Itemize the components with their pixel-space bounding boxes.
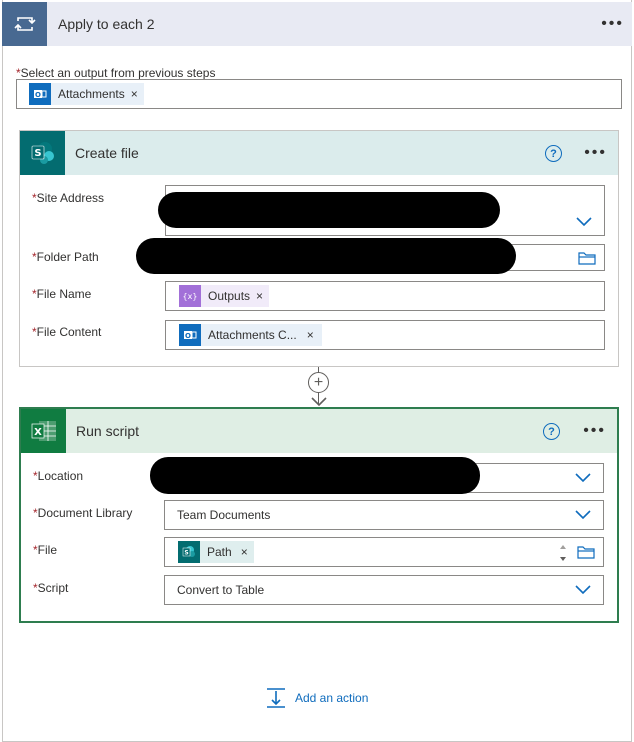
file-content-label: *File Content (32, 325, 102, 339)
file-name-label: *File Name (32, 287, 92, 301)
folder-path-label: *Folder Path (32, 250, 99, 264)
remove-token-icon[interactable]: × (256, 289, 263, 303)
document-library-dropdown[interactable]: Team Documents (164, 500, 604, 530)
outlook-icon: O (179, 324, 201, 346)
expression-icon: {x} (179, 285, 201, 307)
run-script-header[interactable]: X Run script ? ••• (21, 409, 617, 453)
sharepoint-icon: S (20, 131, 65, 175)
create-file-more-options-button[interactable]: ••• (584, 145, 607, 161)
script-dropdown[interactable]: Convert to Table (164, 575, 604, 605)
redacted-site-address (158, 192, 500, 228)
redacted-location (150, 457, 480, 494)
add-action-icon (267, 688, 285, 708)
svg-text:O: O (35, 91, 41, 99)
folder-icon[interactable] (577, 545, 595, 559)
scroll-arrows-icon[interactable] (559, 543, 567, 563)
apply-to-each-container (2, 0, 632, 742)
help-icon[interactable]: ? (543, 423, 560, 440)
run-script-card: X Run script ? ••• *Location *Document L… (19, 407, 619, 623)
run-script-title: Run script (76, 423, 140, 439)
loop-icon (2, 2, 47, 46)
folder-icon[interactable] (578, 251, 596, 265)
remove-token-icon[interactable]: × (307, 328, 314, 342)
excel-icon: X (21, 409, 66, 453)
document-library-label: *Document Library (33, 506, 133, 520)
chevron-down-icon (575, 510, 591, 520)
add-an-action-button[interactable]: Add an action (266, 687, 368, 709)
sharepoint-icon: S (178, 541, 200, 563)
file-label: *File (33, 543, 58, 557)
redacted-folder-path (136, 238, 516, 274)
outputs-token[interactable]: {x} Outputs × (179, 285, 270, 307)
svg-text:O: O (185, 332, 191, 340)
select-output-input[interactable]: O Attachments × (16, 79, 622, 109)
file-input[interactable]: S Path × (164, 537, 604, 567)
add-an-action-label: Add an action (295, 691, 369, 705)
arrow-down-icon (311, 397, 327, 407)
attachments-content-token[interactable]: O Attachments C... × (179, 324, 322, 346)
svg-text:X: X (34, 427, 42, 438)
location-label: *Location (33, 469, 84, 483)
chevron-down-icon (575, 585, 591, 595)
create-file-header[interactable]: S Create file ? ••• (20, 131, 618, 175)
svg-text:{x}: {x} (183, 292, 197, 301)
chevron-down-icon (575, 473, 591, 483)
apply-to-each-header[interactable]: Apply to each 2 ••• (2, 2, 632, 46)
apply-to-each-title: Apply to each 2 (58, 16, 155, 32)
file-name-input[interactable]: {x} Outputs × (165, 281, 605, 311)
svg-text:S: S (184, 550, 188, 557)
chevron-down-icon (576, 217, 592, 227)
attachments-token[interactable]: O Attachments × (29, 83, 144, 105)
apply-more-options-button[interactable]: ••• (601, 16, 624, 32)
svg-text:S: S (34, 148, 41, 159)
path-token[interactable]: S Path × (178, 541, 254, 563)
site-address-label: *Site Address (32, 191, 105, 205)
select-output-label: *Select an output from previous steps (16, 66, 216, 80)
run-script-more-options-button[interactable]: ••• (583, 423, 606, 439)
insert-step-button[interactable]: + (308, 372, 329, 393)
file-content-input[interactable]: O Attachments C... × (165, 320, 605, 350)
remove-token-icon[interactable]: × (131, 87, 138, 101)
remove-token-icon[interactable]: × (241, 545, 248, 559)
create-file-title: Create file (75, 145, 139, 161)
script-label: *Script (33, 581, 69, 595)
outlook-icon: O (29, 83, 51, 105)
help-icon[interactable]: ? (545, 145, 562, 162)
